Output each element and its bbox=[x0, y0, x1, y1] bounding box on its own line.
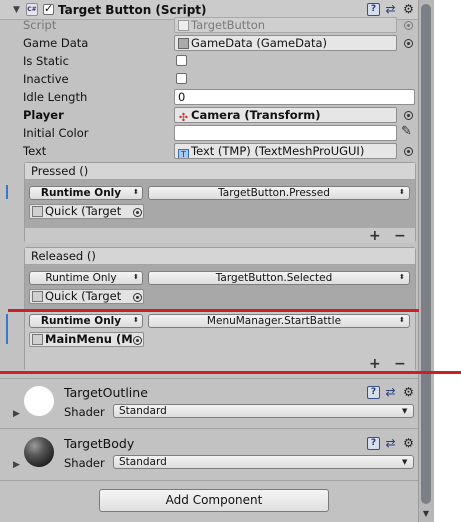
released-object-field-2[interactable]: MainMenu (M bbox=[29, 332, 144, 347]
released-event-title: Released () bbox=[25, 248, 415, 265]
player-label: Player bbox=[23, 108, 64, 122]
gear-icon[interactable]: ⚙ bbox=[402, 3, 415, 16]
pressed-function-dropdown[interactable]: TargetButton.Pressed bbox=[148, 186, 410, 200]
text-picker-icon[interactable] bbox=[404, 147, 413, 156]
gameobject-icon bbox=[32, 334, 43, 345]
script-file-icon bbox=[178, 20, 189, 31]
dropdown-arrow-icon: ⬍ bbox=[399, 316, 405, 324]
background bbox=[434, 0, 461, 522]
material-target-body bbox=[0, 428, 418, 478]
material-preview-outline[interactable] bbox=[24, 386, 54, 416]
inactive-label: Inactive bbox=[23, 72, 69, 86]
shader-label: Shader bbox=[64, 405, 105, 419]
game-data-picker-icon[interactable] bbox=[404, 39, 413, 48]
inactive-checkbox[interactable] bbox=[176, 73, 187, 84]
add-component-button[interactable]: Add Component bbox=[99, 489, 329, 512]
released-function-dropdown-2[interactable]: MenuManager.StartBattle bbox=[148, 314, 410, 328]
fold-collapsed-icon[interactable]: ▶ bbox=[13, 409, 20, 419]
scrollbar-thumb[interactable] bbox=[421, 4, 431, 504]
chevron-down-icon: ▼ bbox=[402, 407, 408, 415]
text-field[interactable]: T Text (TMP) (TextMeshProUGUI) bbox=[174, 143, 397, 159]
text-label: Text bbox=[23, 144, 47, 158]
script-label: Script bbox=[23, 18, 57, 32]
idle-length-label: Idle Length bbox=[23, 90, 88, 104]
dropdown-arrow-icon: ⬍ bbox=[133, 316, 139, 324]
eyedropper-icon[interactable]: ✎ bbox=[401, 124, 412, 139]
initial-color-label: Initial Color bbox=[23, 126, 89, 140]
pressed-event-title: Pressed () bbox=[25, 163, 415, 180]
scroll-down-arrow-icon[interactable]: ▼ bbox=[421, 510, 431, 518]
component-enabled-checkbox[interactable] bbox=[43, 2, 54, 15]
pressed-add-button[interactable]: + bbox=[369, 229, 381, 243]
csharp-script-icon: C# bbox=[26, 3, 38, 16]
released-runtime-mode-dropdown-1[interactable]: Runtime Only bbox=[29, 271, 143, 285]
is-static-checkbox[interactable] bbox=[176, 55, 187, 66]
initial-color-swatch[interactable] bbox=[174, 125, 397, 141]
fold-collapsed-icon[interactable]: ▶ bbox=[13, 460, 20, 470]
scriptable-object-icon bbox=[178, 38, 189, 49]
material-name: TargetOutline bbox=[64, 385, 148, 400]
shader-label: Shader bbox=[64, 456, 105, 470]
pressed-object-field[interactable]: Quick (Target bbox=[29, 204, 144, 219]
script-field: TargetButton bbox=[174, 17, 397, 33]
is-static-label: Is Static bbox=[23, 54, 69, 68]
game-data-label: Game Data bbox=[23, 36, 89, 50]
fold-expanded-icon[interactable]: ▼ bbox=[13, 5, 20, 15]
pressed-runtime-mode-dropdown[interactable]: Runtime Only bbox=[29, 186, 143, 200]
preset-icon[interactable]: ⇄ bbox=[384, 3, 397, 16]
material-target-outline bbox=[0, 378, 418, 427]
shader-dropdown[interactable]: Standard bbox=[113, 404, 414, 418]
dropdown-arrow-icon: ⬍ bbox=[399, 188, 405, 196]
game-data-field[interactable]: GameData (GameData) bbox=[174, 35, 397, 51]
help-icon[interactable]: ? bbox=[367, 3, 380, 16]
idle-length-input[interactable]: 0 bbox=[174, 89, 415, 105]
chevron-down-icon: ▼ bbox=[402, 458, 408, 466]
component-title: Target Button (Script) bbox=[58, 3, 207, 17]
listener-selection-mark bbox=[6, 185, 8, 199]
preset-icon[interactable]: ⇄ bbox=[384, 437, 397, 450]
released-function-dropdown-1[interactable]: TargetButton.Selected bbox=[148, 271, 410, 285]
preset-icon[interactable]: ⇄ bbox=[384, 386, 397, 399]
released-runtime-mode-dropdown-2[interactable]: Runtime Only bbox=[29, 314, 143, 328]
script-target-icon bbox=[404, 21, 413, 30]
textmeshpro-icon: T bbox=[178, 149, 189, 158]
released-event-footer bbox=[25, 356, 415, 371]
transform-icon: ✣ bbox=[178, 111, 189, 123]
dropdown-arrow-icon: ⬍ bbox=[133, 273, 139, 281]
gameobject-icon bbox=[32, 206, 43, 217]
gameobject-icon bbox=[32, 291, 43, 302]
pressed-remove-button[interactable]: − bbox=[394, 229, 406, 243]
annotation-line-1 bbox=[8, 309, 419, 312]
help-icon[interactable]: ? bbox=[367, 386, 380, 399]
pressed-event-footer bbox=[25, 228, 415, 243]
gear-icon[interactable]: ⚙ bbox=[402, 437, 415, 450]
player-field[interactable]: ✣ Camera (Transform) bbox=[174, 107, 397, 123]
released-object-picker-icon-1[interactable] bbox=[133, 293, 142, 302]
pressed-object-picker-icon[interactable] bbox=[133, 208, 142, 217]
listener-selection-mark bbox=[6, 314, 8, 344]
annotation-line-2 bbox=[0, 371, 461, 374]
pressed-event: Pressed () bbox=[24, 162, 416, 243]
material-name: TargetBody bbox=[64, 436, 135, 451]
divider bbox=[0, 480, 418, 481]
player-picker-icon[interactable] bbox=[404, 111, 413, 120]
released-remove-button[interactable]: − bbox=[394, 357, 406, 371]
released-add-button[interactable]: + bbox=[369, 357, 381, 371]
dropdown-arrow-icon: ⬍ bbox=[133, 188, 139, 196]
help-icon[interactable]: ? bbox=[367, 437, 380, 450]
gear-icon[interactable]: ⚙ bbox=[402, 386, 415, 399]
material-preview-body[interactable] bbox=[24, 437, 54, 467]
released-object-picker-icon-2[interactable] bbox=[133, 336, 142, 345]
shader-dropdown[interactable]: Standard bbox=[113, 455, 414, 469]
dropdown-arrow-icon: ⬍ bbox=[399, 273, 405, 281]
released-object-field-1[interactable]: Quick (Target bbox=[29, 289, 144, 304]
